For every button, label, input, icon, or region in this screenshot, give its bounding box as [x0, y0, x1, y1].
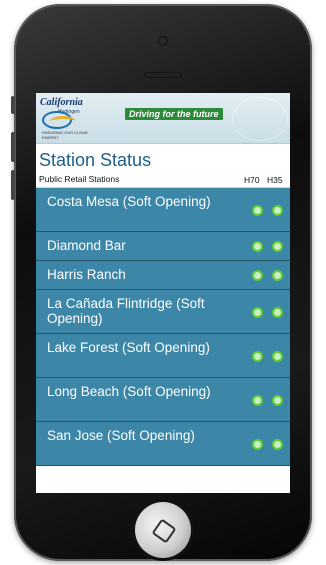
table-header: Public Retail Stations H70 H35 [36, 171, 290, 188]
station-row[interactable]: Harris Ranch [36, 261, 290, 290]
phone-frame: California Hydrogen ENSURING OUR CLEAN E… [11, 4, 312, 561]
logo-title: California [40, 97, 83, 108]
home-square-icon [151, 518, 177, 544]
station-name: San Jose (Soft Opening) [47, 428, 195, 443]
status-dot-icon [252, 439, 263, 450]
station-name: La Cañada Flintridge (Soft Opening) [47, 296, 205, 326]
home-button-icon[interactable] [135, 502, 191, 558]
status-dot-icon [272, 395, 283, 406]
mute-switch [11, 96, 15, 114]
status-dot-icon [252, 307, 263, 318]
station-name: Long Beach (Soft Opening) [47, 384, 211, 399]
status-dot-icon [252, 270, 263, 281]
station-row[interactable]: Diamond Bar [36, 232, 290, 261]
status-dot-icon [272, 241, 283, 252]
california-hydrogen-logo: California Hydrogen ENSURING OUR CLEAN E… [40, 97, 96, 140]
volume-up-button [11, 132, 15, 162]
logo-tagline: ENSURING OUR CLEAN ENERGY [42, 130, 88, 140]
station-row[interactable]: Lake Forest (Soft Opening) [36, 334, 290, 378]
page-title: Station Status [39, 150, 152, 170]
front-camera [158, 36, 168, 46]
earpiece-speaker [144, 72, 182, 78]
status-dot-icon [252, 351, 263, 362]
status-dot-icon [272, 439, 283, 450]
swoosh-icon [50, 116, 76, 127]
station-row[interactable]: La Cañada Flintridge (Soft Opening) [36, 290, 290, 334]
column-header-h35: H35 [267, 175, 283, 185]
status-dot-icon [272, 307, 283, 318]
status-dot-icon [272, 351, 283, 362]
status-dot-icon [252, 205, 263, 216]
app-screen: California Hydrogen ENSURING OUR CLEAN E… [36, 93, 290, 493]
status-dot-icon [272, 270, 283, 281]
status-dot-icon [272, 205, 283, 216]
banner-decoration [232, 97, 288, 141]
station-name: Costa Mesa (Soft Opening) [47, 194, 211, 209]
app-banner: California Hydrogen ENSURING OUR CLEAN E… [36, 93, 290, 144]
station-row[interactable]: Long Beach (Soft Opening) [36, 378, 290, 422]
column-header-h70: H70 [244, 175, 260, 185]
banner-tagline: Driving for the future [125, 108, 223, 120]
status-dot-icon [252, 241, 263, 252]
station-row[interactable]: San Jose (Soft Opening) [36, 422, 290, 466]
station-name: Lake Forest (Soft Opening) [47, 340, 210, 355]
station-row[interactable]: Costa Mesa (Soft Opening) [36, 188, 290, 232]
station-name: Harris Ranch [47, 267, 126, 282]
volume-down-button [11, 170, 15, 200]
station-name: Diamond Bar [47, 238, 126, 253]
station-list: Costa Mesa (Soft Opening) Diamond Bar Ha… [36, 188, 290, 466]
table-header-label: Public Retail Stations [39, 174, 120, 184]
status-dot-icon [252, 395, 263, 406]
